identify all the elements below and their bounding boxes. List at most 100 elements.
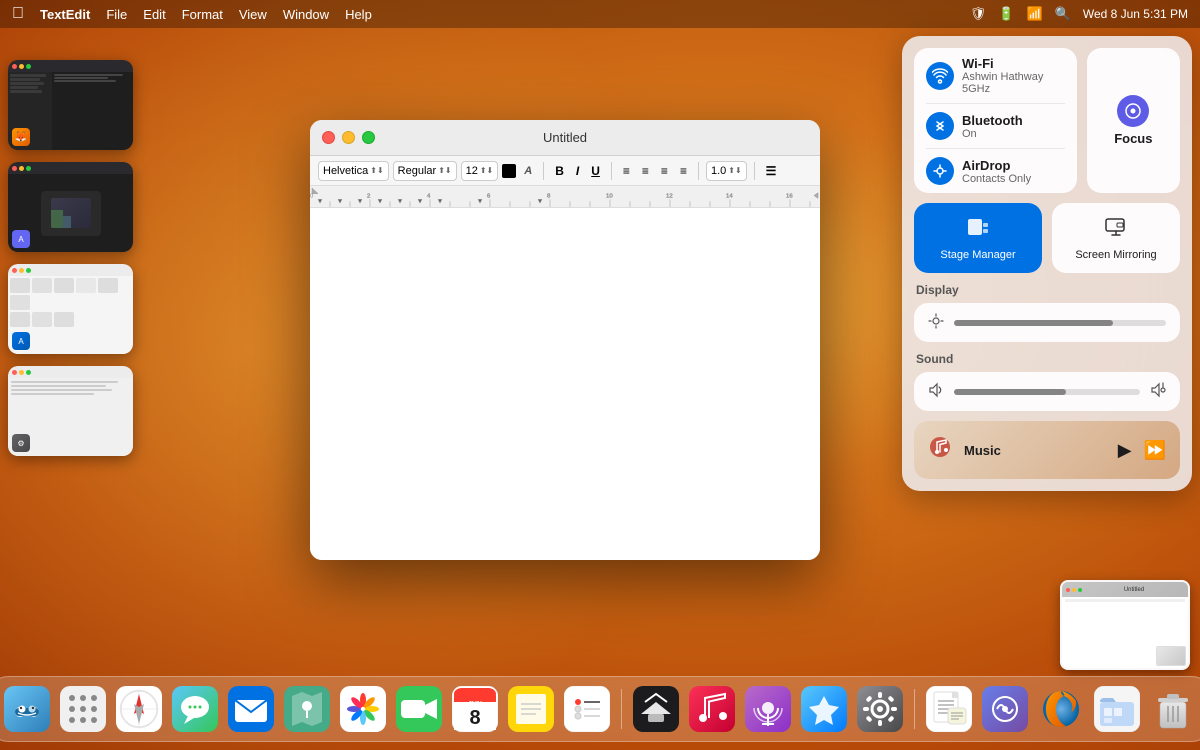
dock-messages[interactable] xyxy=(169,683,221,735)
dock-launchpad[interactable] xyxy=(57,683,109,735)
menubar-right: 🛡 🔋 📶 🔍 Wed 8 Jun 5:31 PM xyxy=(970,6,1188,22)
font-color-btn[interactable]: A xyxy=(520,164,536,178)
sound-volume-icon xyxy=(928,382,944,401)
align-center-button[interactable]: ≡ xyxy=(638,163,653,179)
dock-divider xyxy=(621,689,622,729)
window-content[interactable] xyxy=(310,208,820,560)
screen-mirroring-tile[interactable]: Screen Mirroring xyxy=(1052,203,1180,273)
stage-thumb-1[interactable]: 🦊 xyxy=(8,60,133,150)
menubar-left:  TextEdit File Edit Format View Window … xyxy=(12,5,372,23)
focus-label: Focus xyxy=(1114,131,1152,146)
font-size-select[interactable]: 12 ⬆⬇ xyxy=(461,161,499,181)
dock-proxyman[interactable] xyxy=(979,683,1031,735)
line-spacing-arrows: ⬆⬇ xyxy=(728,166,741,175)
dock-appstore[interactable] xyxy=(798,683,850,735)
dock-safari[interactable] xyxy=(113,683,165,735)
menu-edit[interactable]: Edit xyxy=(143,7,165,22)
maximize-button[interactable] xyxy=(362,131,375,144)
align-right-button[interactable]: ≡ xyxy=(657,163,672,179)
airdrop-icon xyxy=(926,157,954,185)
toolbar-sep-1 xyxy=(543,162,544,180)
font-style-select[interactable]: Regular ⬆⬇ xyxy=(393,161,457,181)
bluetooth-info: Bluetooth On xyxy=(962,113,1023,140)
align-justify-button[interactable]: ≡ xyxy=(676,163,691,179)
bluetooth-icon xyxy=(926,112,954,140)
stage-thumb-2[interactable]: A xyxy=(8,162,133,252)
search-icon[interactable]: 🔍 xyxy=(1055,6,1071,22)
sound-slider-row[interactable] xyxy=(914,372,1180,411)
music-tile[interactable]: Music ▶ ⏩ xyxy=(914,421,1180,479)
dock-podcasts[interactable] xyxy=(742,683,794,735)
font-style-arrows: ⬆⬇ xyxy=(438,166,451,175)
dock-facetime[interactable] xyxy=(393,683,445,735)
italic-button[interactable]: I xyxy=(572,163,583,179)
music-play-button[interactable]: ▶ xyxy=(1118,440,1132,461)
dock-trash[interactable] xyxy=(1147,683,1199,735)
datetime-display[interactable]: Wed 8 Jun 5:31 PM xyxy=(1083,7,1188,21)
svg-text:8: 8 xyxy=(547,194,550,200)
wifi-label: Wi-Fi xyxy=(962,56,1065,71)
minimize-button[interactable] xyxy=(342,131,355,144)
dock-maps[interactable] xyxy=(281,683,333,735)
line-spacing-select[interactable]: 1.0 ⬆⬇ xyxy=(706,161,747,181)
display-slider-track[interactable] xyxy=(954,320,1166,326)
music-note-icon xyxy=(928,435,952,465)
battery-icon[interactable]: 🔋 xyxy=(998,6,1014,22)
dock-finder[interactable] xyxy=(1,683,53,735)
font-family-select[interactable]: Helvetica ⬆⬇ xyxy=(318,161,389,181)
dock-mail[interactable] xyxy=(225,683,277,735)
window-title: Untitled xyxy=(543,130,587,145)
dock-music[interactable] xyxy=(686,683,738,735)
sound-slider-track[interactable] xyxy=(954,389,1140,395)
display-label: Display xyxy=(914,283,1180,297)
underline-button[interactable]: U xyxy=(587,163,604,179)
dock-files[interactable] xyxy=(1091,683,1143,735)
dock-reminders[interactable] xyxy=(561,683,613,735)
dock-textedit[interactable] xyxy=(923,683,975,735)
menu-window[interactable]: Window xyxy=(283,7,329,22)
stage-thumb-4[interactable]: ⚙ xyxy=(8,366,133,456)
toolbar-sep-4 xyxy=(754,162,755,180)
wifi-toggle[interactable]: Wi-Fi Ashwin Hathway 5GHz xyxy=(926,56,1065,95)
screen-mirroring-label: Screen Mirroring xyxy=(1075,249,1156,261)
text-color-box[interactable] xyxy=(502,164,516,178)
dock-firefox[interactable] xyxy=(1035,683,1087,735)
menu-file[interactable]: File xyxy=(106,7,127,22)
dock-appletv[interactable] xyxy=(630,683,682,735)
music-forward-button[interactable]: ⏩ xyxy=(1144,440,1166,461)
list-button[interactable]: ☰ xyxy=(762,163,781,179)
dock-calendar[interactable]: 8 JUN xyxy=(449,683,501,735)
sound-output-icon[interactable] xyxy=(1150,382,1166,401)
shield-icon[interactable]: 🛡 xyxy=(970,6,987,22)
menu-help[interactable]: Help xyxy=(345,7,372,22)
apple-menu[interactable]:  xyxy=(12,5,24,23)
focus-tile[interactable]: Focus xyxy=(1087,48,1180,193)
dock-photos[interactable] xyxy=(337,683,389,735)
dock-notes[interactable] xyxy=(505,683,557,735)
stage-thumb-3[interactable]: A xyxy=(8,264,133,354)
menu-view[interactable]: View xyxy=(239,7,267,22)
wifi-icon[interactable]: 📶 xyxy=(1026,6,1042,22)
close-button[interactable] xyxy=(322,131,335,144)
svg-text:JUN: JUN xyxy=(468,701,482,708)
stage-manager-tile[interactable]: Stage Manager xyxy=(914,203,1042,273)
align-left-button[interactable]: ≡ xyxy=(619,163,634,179)
airdrop-toggle[interactable]: AirDrop Contacts Only xyxy=(926,157,1065,185)
display-slider-row[interactable] xyxy=(914,303,1180,342)
menu-format[interactable]: Format xyxy=(182,7,223,22)
sound-slider-fill xyxy=(954,389,1066,395)
bluetooth-toggle[interactable]: Bluetooth On xyxy=(926,112,1065,140)
wifi-sublabel: Ashwin Hathway 5GHz xyxy=(962,71,1065,95)
display-brightness-icon xyxy=(928,313,944,332)
app-name-textedit[interactable]: TextEdit xyxy=(40,7,90,22)
stage-manager-label: Stage Manager xyxy=(940,249,1015,261)
dock-system-preferences[interactable] xyxy=(854,683,906,735)
cc-connectivity-tile: Wi-Fi Ashwin Hathway 5GHz Bluetooth On xyxy=(914,48,1077,193)
window-titlebar: Untitled xyxy=(310,120,820,156)
bold-button[interactable]: B xyxy=(551,163,568,179)
toolbar-sep-3 xyxy=(698,162,699,180)
sound-section: Sound xyxy=(914,352,1180,411)
desktop:  TextEdit File Edit Format View Window … xyxy=(0,0,1200,750)
svg-text:16: 16 xyxy=(786,194,793,200)
bluetooth-sublabel: On xyxy=(962,128,1023,140)
